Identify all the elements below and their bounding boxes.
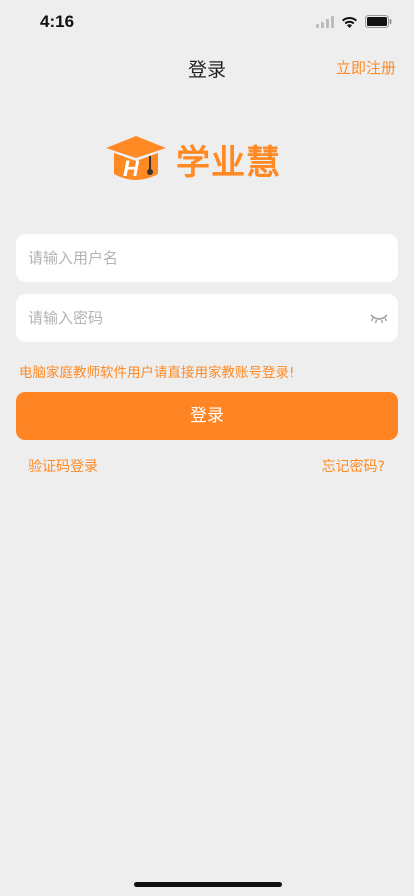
svg-text:H: H — [123, 156, 140, 181]
battery-icon — [365, 15, 392, 28]
register-button[interactable]: 立即注册 — [336, 57, 396, 78]
username-input[interactable] — [28, 234, 358, 282]
wifi-icon — [342, 16, 357, 28]
eye-closed-icon[interactable] — [370, 311, 388, 325]
navigation-bar: 登录 立即注册 — [0, 44, 414, 88]
graduation-cap-logo-icon: H — [106, 136, 166, 181]
login-hint-text: 电脑家庭教师软件用户请直接用家教账号登录! — [19, 365, 295, 381]
status-icons — [316, 15, 392, 28]
app-logo: H 学业慧 — [104, 132, 310, 186]
status-bar: 4:16 — [0, 0, 414, 44]
signal-icon — [316, 15, 334, 28]
logo-text: 学业慧 — [176, 142, 281, 183]
password-input[interactable] — [28, 294, 358, 342]
forgot-password-link[interactable]: 忘记密码? — [322, 456, 385, 476]
home-indicator — [134, 882, 282, 887]
password-field[interactable] — [16, 294, 398, 342]
username-field[interactable] — [16, 234, 398, 282]
status-time: 4:16 — [40, 12, 75, 31]
login-button[interactable]: 登录 — [16, 392, 398, 440]
sms-login-link[interactable]: 验证码登录 — [28, 456, 98, 476]
